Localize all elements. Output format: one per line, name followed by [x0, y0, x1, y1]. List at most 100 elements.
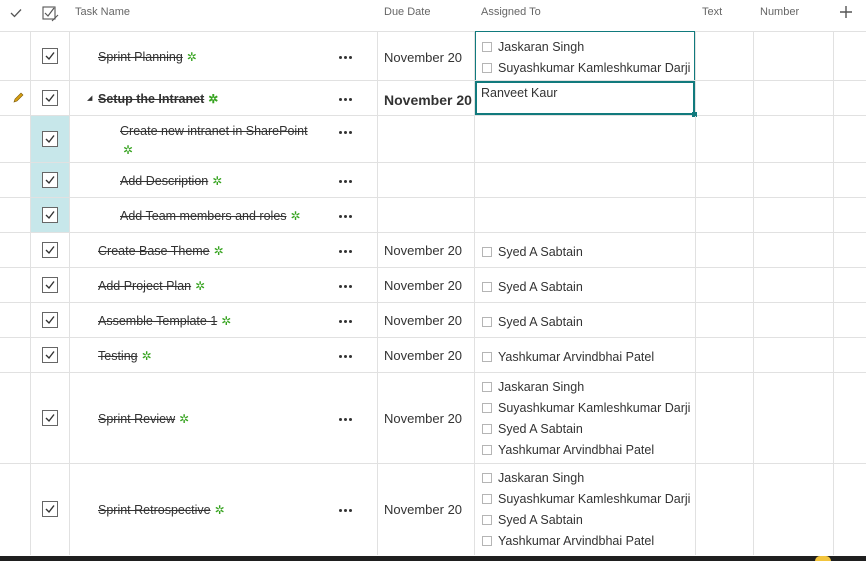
completed-checkbox-cell[interactable] [31, 303, 70, 337]
number-cell[interactable] [754, 198, 834, 232]
due-date-cell[interactable]: November 20 [378, 338, 475, 372]
more-options-icon[interactable] [339, 56, 355, 60]
column-header-number[interactable]: Number [760, 0, 799, 25]
assigned-to-cell-editing[interactable]: Ranveet Kaur [475, 81, 697, 117]
assigned-to-cell[interactable]: Jaskaran Singh Suyashkumar Kamleshkumar … [475, 464, 696, 555]
completed-checkbox-cell[interactable] [31, 338, 70, 372]
number-cell[interactable] [754, 373, 834, 463]
completed-checkbox[interactable] [42, 48, 58, 64]
table-row[interactable]: Assemble Template 1 ✲ November 20 Syed A … [0, 303, 866, 338]
assigned-to-cell[interactable]: Jaskaran Singh Suyashkumar Kamleshkumar … [475, 31, 696, 80]
number-cell[interactable] [754, 116, 834, 162]
task-name-cell[interactable]: ◢ Setup the Intranet ✲ [70, 81, 378, 115]
due-date-cell[interactable]: November 20 [378, 268, 475, 302]
task-title[interactable]: Add Project Plan [98, 279, 191, 293]
assigned-to-editor-value[interactable]: Ranveet Kaur [481, 86, 557, 100]
assigned-to-cell[interactable]: Jaskaran Singh Suyashkumar Kamleshkumar … [475, 373, 696, 463]
text-cell[interactable] [696, 163, 754, 197]
more-options-icon[interactable] [339, 180, 355, 184]
number-cell[interactable] [754, 163, 834, 197]
table-row[interactable]: Sprint Planning ✲ November 20 Jaskaran Si… [0, 31, 866, 81]
completed-checkbox[interactable] [42, 90, 58, 106]
due-date-cell[interactable]: November 20 [378, 81, 475, 115]
text-cell[interactable] [696, 338, 754, 372]
completed-checkbox-cell[interactable] [31, 163, 70, 197]
text-cell[interactable] [696, 116, 754, 162]
task-title[interactable]: Add Team members and roles [120, 209, 287, 223]
more-options-icon[interactable] [339, 250, 355, 254]
completed-checkbox-cell[interactable] [31, 32, 70, 80]
number-cell[interactable] [754, 303, 834, 337]
completed-checkbox-cell[interactable] [31, 81, 70, 115]
table-row[interactable]: ◢ Setup the Intranet ✲ November 20 Ranvee… [0, 81, 866, 117]
column-header-task-name[interactable]: Task Name [75, 0, 130, 25]
assigned-to-cell[interactable] [475, 163, 696, 197]
task-name-cell[interactable]: Add Project Plan ✲ [70, 268, 378, 302]
due-date-cell[interactable]: November 20 [378, 233, 475, 267]
completed-checkbox[interactable] [42, 242, 58, 258]
number-cell[interactable] [754, 233, 834, 267]
text-cell[interactable] [696, 198, 754, 232]
task-name-cell[interactable]: Assemble Template 1 ✲ [70, 303, 378, 337]
text-cell[interactable] [696, 32, 754, 80]
assigned-to-cell[interactable]: Yashkumar Arvindbhai Patel [475, 338, 696, 372]
completed-checkbox[interactable] [42, 277, 58, 293]
table-row[interactable]: Add Team members and roles ✲ [0, 198, 866, 233]
task-name-cell[interactable]: Add Description ✲ [70, 163, 378, 197]
due-date-cell[interactable]: November 20 [378, 32, 475, 80]
task-title[interactable]: Add Description [120, 174, 208, 188]
number-cell[interactable] [754, 81, 834, 115]
table-row[interactable]: Add Project Plan ✲ November 20 Syed A Sab… [0, 268, 866, 303]
assigned-to-cell[interactable] [475, 198, 696, 232]
text-cell[interactable] [696, 373, 754, 463]
more-options-icon[interactable] [339, 418, 355, 422]
completed-checkbox-cell[interactable] [31, 373, 70, 463]
more-options-icon[interactable] [339, 131, 355, 135]
table-row[interactable]: Create Base Theme ✲ November 20 Syed A Sa… [0, 233, 866, 268]
task-title[interactable]: Sprint Retrospective [98, 503, 211, 517]
due-date-cell[interactable]: November 20 [378, 373, 475, 463]
assigned-to-cell[interactable]: Syed A Sabtain [475, 233, 696, 267]
completed-checkbox[interactable] [42, 501, 58, 517]
task-name-cell[interactable]: Add Team members and roles ✲ [70, 198, 378, 232]
column-header-assigned-to[interactable]: Assigned To [481, 0, 541, 25]
text-cell[interactable] [696, 303, 754, 337]
task-title[interactable]: Create Base Theme [98, 244, 210, 258]
task-title[interactable]: Sprint Review [98, 412, 175, 426]
assigned-to-cell[interactable]: Syed A Sabtain [475, 268, 696, 302]
task-name-cell[interactable]: Create Base Theme ✲ [70, 233, 378, 267]
number-cell[interactable] [754, 338, 834, 372]
select-all-checkmark-icon[interactable] [10, 0, 24, 25]
completed-checkbox-cell[interactable] [31, 268, 70, 302]
task-title[interactable]: Setup the Intranet [98, 92, 204, 106]
more-options-icon[interactable] [339, 320, 355, 324]
task-title[interactable]: Testing [98, 349, 138, 363]
table-row[interactable]: Create new intranet in SharePoint ✲ [0, 116, 866, 163]
due-date-cell[interactable] [378, 163, 475, 197]
text-cell[interactable] [696, 233, 754, 267]
task-title[interactable]: Assemble Template 1 [98, 314, 217, 328]
more-options-icon[interactable] [339, 355, 355, 359]
task-name-cell[interactable]: Testing ✲ [70, 338, 378, 372]
completed-checkbox[interactable] [42, 347, 58, 363]
more-options-icon[interactable] [339, 509, 355, 513]
due-date-cell[interactable]: November 20 [378, 303, 475, 337]
column-header-due-date[interactable]: Due Date [384, 0, 430, 25]
table-row[interactable]: Testing ✲ November 20 Yashkumar Arvindbha… [0, 338, 866, 373]
completed-checkbox[interactable] [42, 131, 58, 147]
due-date-cell[interactable] [378, 116, 475, 162]
text-cell[interactable] [696, 81, 754, 115]
column-header-text[interactable]: Text [702, 0, 722, 25]
task-name-cell[interactable]: Create new intranet in SharePoint ✲ [70, 116, 378, 162]
completed-checkbox[interactable] [42, 207, 58, 223]
number-cell[interactable] [754, 464, 834, 555]
table-row[interactable]: Add Description ✲ [0, 163, 866, 198]
more-options-icon[interactable] [339, 285, 355, 289]
table-row[interactable]: Sprint Review ✲ November 20 Jaskaran Sing… [0, 373, 866, 464]
completed-checkbox[interactable] [42, 410, 58, 426]
task-title[interactable]: Create new intranet in SharePoint [120, 124, 308, 138]
assigned-to-cell[interactable] [475, 116, 696, 162]
number-cell[interactable] [754, 268, 834, 302]
number-cell[interactable] [754, 32, 834, 80]
more-options-icon[interactable] [339, 215, 355, 219]
